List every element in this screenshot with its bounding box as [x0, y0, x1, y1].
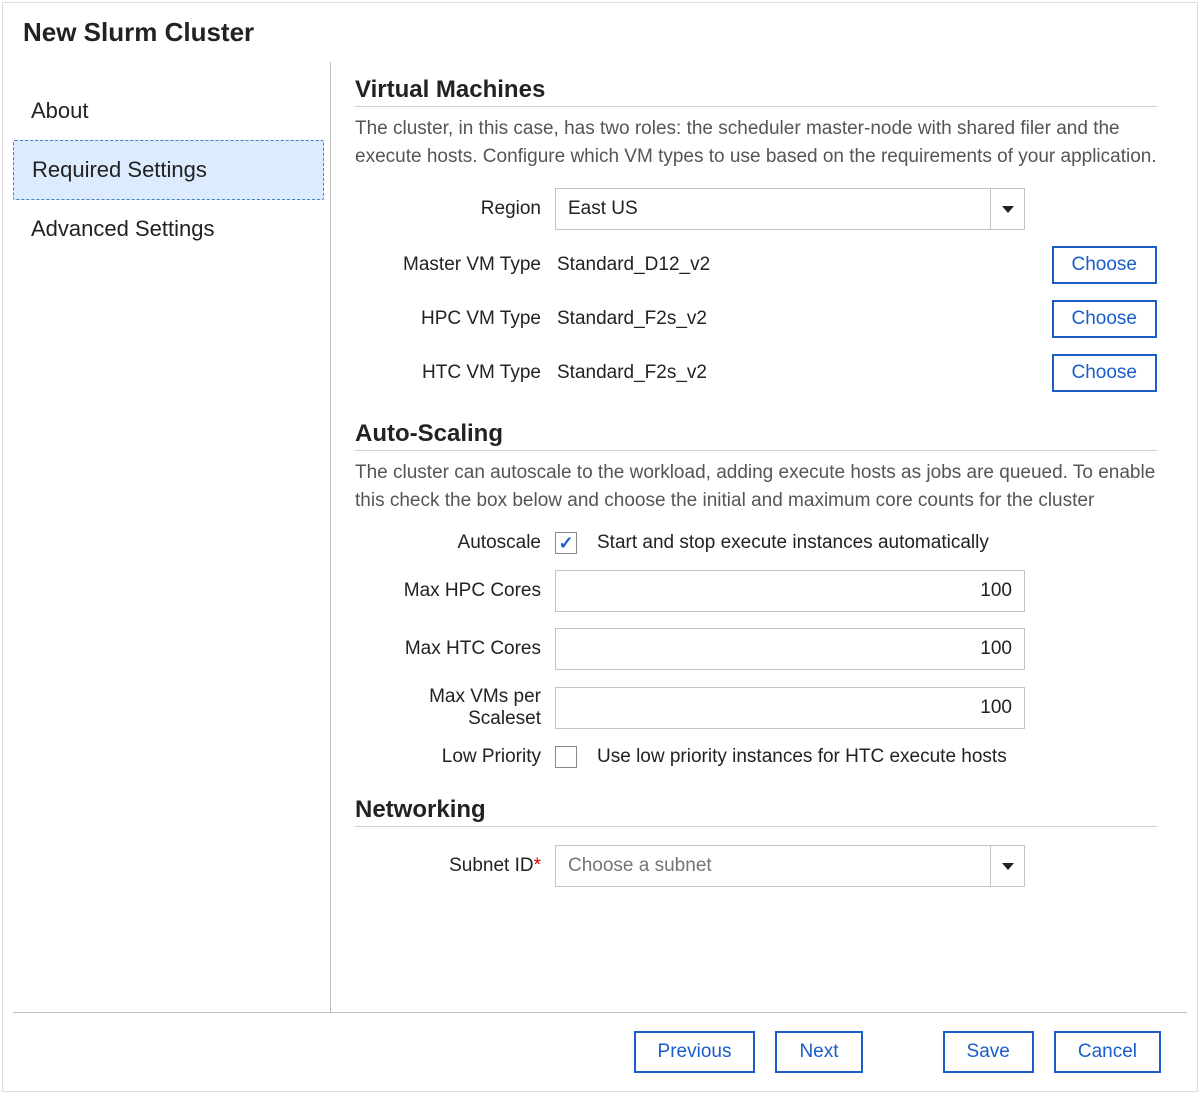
check-icon: ✓: [558, 534, 573, 552]
region-select[interactable]: East US: [555, 188, 1025, 230]
section-description: The cluster can autoscale to the workloa…: [355, 459, 1157, 514]
footer-gap: [883, 1031, 923, 1073]
label-subnet-id-text: Subnet ID: [449, 855, 534, 876]
section-heading: Auto-Scaling: [355, 420, 1157, 451]
subnet-select-placeholder: Choose a subnet: [556, 846, 990, 886]
hpc-vm-type-value: Standard_F2s_v2: [555, 308, 1042, 330]
row-subnet-id: Subnet ID* Choose a subnet: [355, 845, 1157, 887]
label-htc-vm-type: HTC VM Type: [355, 362, 555, 384]
label-hpc-vm-type: HPC VM Type: [355, 308, 555, 330]
row-htc-vm-type: HTC VM Type Standard_F2s_v2 Choose: [355, 354, 1157, 392]
row-max-vms-per-scaleset: Max VMs per Scaleset: [355, 686, 1157, 730]
sidebar-item-about[interactable]: About: [13, 82, 324, 140]
wizard-content: Virtual Machines The cluster, in this ca…: [331, 62, 1187, 1012]
max-vms-per-scaleset-input[interactable]: [555, 687, 1025, 729]
section-heading: Virtual Machines: [355, 76, 1157, 107]
panel-title: New Slurm Cluster: [3, 3, 1197, 52]
previous-button[interactable]: Previous: [634, 1031, 756, 1073]
choose-hpc-vm-button[interactable]: Choose: [1052, 300, 1158, 338]
row-region: Region East US: [355, 188, 1157, 230]
cancel-button[interactable]: Cancel: [1054, 1031, 1161, 1073]
htc-vm-type-value: Standard_F2s_v2: [555, 362, 1042, 384]
new-cluster-panel: New Slurm Cluster About Required Setting…: [2, 2, 1198, 1092]
row-max-htc-cores: Max HTC Cores: [355, 628, 1157, 670]
row-master-vm-type: Master VM Type Standard_D12_v2 Choose: [355, 246, 1157, 284]
subnet-select-toggle[interactable]: [990, 846, 1024, 886]
section-heading: Networking: [355, 796, 1157, 827]
chevron-down-icon: [1002, 863, 1014, 870]
subnet-select[interactable]: Choose a subnet: [555, 845, 1025, 887]
sidebar-item-label: Advanced Settings: [31, 216, 214, 241]
section-auto-scaling: Auto-Scaling The cluster can autoscale t…: [355, 420, 1157, 768]
choose-master-vm-button[interactable]: Choose: [1052, 246, 1158, 284]
choose-htc-vm-button[interactable]: Choose: [1052, 354, 1158, 392]
label-max-htc-cores: Max HTC Cores: [355, 638, 555, 660]
panel-body: About Required Settings Advanced Setting…: [3, 52, 1197, 1012]
next-button[interactable]: Next: [775, 1031, 862, 1073]
low-priority-checkbox-label: Use low priority instances for HTC execu…: [597, 746, 1007, 768]
label-max-vms-per-scaleset: Max VMs per Scaleset: [355, 686, 555, 730]
region-select-toggle[interactable]: [990, 189, 1024, 229]
max-hpc-cores-input[interactable]: [555, 570, 1025, 612]
low-priority-checkbox[interactable]: [555, 746, 577, 768]
label-max-hpc-cores: Max HPC Cores: [355, 580, 555, 602]
row-autoscale: Autoscale ✓ Start and stop execute insta…: [355, 532, 1157, 554]
row-low-priority: Low Priority Use low priority instances …: [355, 746, 1157, 768]
label-autoscale: Autoscale: [355, 532, 555, 554]
section-virtual-machines: Virtual Machines The cluster, in this ca…: [355, 76, 1157, 392]
max-htc-cores-input[interactable]: [555, 628, 1025, 670]
sidebar-item-required-settings[interactable]: Required Settings: [13, 140, 324, 200]
label-low-priority: Low Priority: [355, 746, 555, 768]
autoscale-checkbox-label: Start and stop execute instances automat…: [597, 532, 989, 554]
sidebar-item-label: Required Settings: [32, 157, 207, 182]
section-networking: Networking Subnet ID* Choose a subnet: [355, 796, 1157, 887]
master-vm-type-value: Standard_D12_v2: [555, 254, 1042, 276]
chevron-down-icon: [1002, 206, 1014, 213]
sidebar-item-advanced-settings[interactable]: Advanced Settings: [13, 200, 324, 258]
sidebar-item-label: About: [31, 98, 89, 123]
wizard-footer: Previous Next Save Cancel: [13, 1012, 1187, 1091]
required-asterisk: *: [534, 855, 541, 876]
label-master-vm-type: Master VM Type: [355, 254, 555, 276]
label-subnet-id: Subnet ID*: [355, 855, 555, 877]
row-hpc-vm-type: HPC VM Type Standard_F2s_v2 Choose: [355, 300, 1157, 338]
save-button[interactable]: Save: [943, 1031, 1034, 1073]
wizard-sidebar: About Required Settings Advanced Setting…: [13, 62, 331, 1012]
region-select-value: East US: [556, 189, 990, 229]
label-region: Region: [355, 198, 555, 220]
autoscale-checkbox[interactable]: ✓: [555, 532, 577, 554]
row-max-hpc-cores: Max HPC Cores: [355, 570, 1157, 612]
section-description: The cluster, in this case, has two roles…: [355, 115, 1157, 170]
